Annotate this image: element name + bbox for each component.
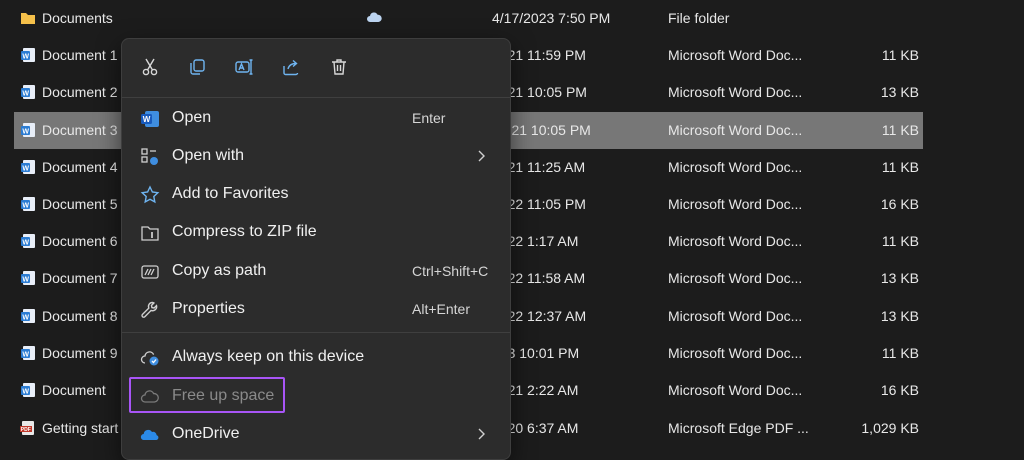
word-app-icon: W: [140, 109, 160, 129]
menu-item-always-keep[interactable]: Always keep on this device: [130, 339, 502, 375]
svg-text:W: W: [22, 128, 29, 135]
share-button[interactable]: [277, 53, 305, 81]
share-icon: [283, 59, 299, 76]
word-doc-icon: W: [20, 122, 36, 138]
open-with-icon: [140, 147, 160, 167]
svg-text:W: W: [22, 90, 29, 97]
svg-text:W: W: [22, 351, 29, 358]
svg-text:W: W: [22, 53, 29, 60]
chevron-right-icon: [476, 146, 488, 169]
menu-item-open[interactable]: W Open Enter: [130, 100, 502, 136]
copy-icon: [190, 59, 205, 75]
cut-button[interactable]: [136, 53, 164, 81]
cloud-sync-icon: [140, 348, 160, 368]
copy-button[interactable]: [183, 53, 211, 81]
word-doc-icon: W: [20, 382, 36, 398]
cut-icon: [142, 58, 158, 76]
cloud-status-icon: [366, 10, 382, 26]
copy-path-icon: [140, 262, 160, 282]
word-doc-icon: W: [20, 345, 36, 361]
folder-icon: [20, 10, 36, 26]
word-doc-icon: W: [20, 159, 36, 175]
onedrive-icon: [140, 425, 160, 445]
svg-text:W: W: [22, 165, 29, 172]
menu-separator: [122, 97, 510, 98]
pdf-icon: PDF: [20, 420, 36, 436]
wrench-icon: [140, 300, 160, 320]
zip-folder-icon: [140, 223, 160, 243]
svg-text:W: W: [22, 388, 29, 395]
svg-text:W: W: [143, 115, 151, 124]
delete-icon: [332, 59, 346, 75]
chevron-right-icon: [476, 424, 488, 447]
menu-item-properties[interactable]: Properties Alt+Enter: [130, 291, 502, 327]
star-icon: [140, 185, 160, 205]
word-doc-icon: W: [20, 47, 36, 63]
svg-text:W: W: [22, 239, 29, 246]
svg-text:W: W: [22, 202, 29, 209]
word-doc-icon: W: [20, 84, 36, 100]
delete-button[interactable]: [325, 53, 353, 81]
word-doc-icon: W: [20, 196, 36, 212]
menu-item-add-to-favorites[interactable]: Add to Favorites: [130, 176, 502, 212]
word-doc-icon: W: [20, 233, 36, 249]
rename-icon: [235, 59, 253, 75]
rename-button[interactable]: [230, 53, 258, 81]
svg-text:W: W: [22, 314, 29, 321]
menu-item-onedrive[interactable]: OneDrive: [130, 416, 502, 452]
word-doc-icon: W: [20, 308, 36, 324]
menu-item-copy-as-path[interactable]: Copy as path Ctrl+Shift+C: [130, 253, 502, 289]
menu-separator: [122, 332, 510, 333]
context-menu-toolbar: [122, 39, 510, 95]
list-item[interactable]: Documents 4/17/2023 7:50 PM File folder: [14, 0, 923, 37]
menu-item-open-with[interactable]: Open with: [130, 138, 502, 174]
menu-item-compress-zip[interactable]: Compress to ZIP file: [130, 214, 502, 250]
word-doc-icon: W: [20, 270, 36, 286]
svg-text:PDF: PDF: [21, 427, 31, 433]
annotation-highlight-box: [129, 377, 285, 413]
svg-text:W: W: [22, 276, 29, 283]
